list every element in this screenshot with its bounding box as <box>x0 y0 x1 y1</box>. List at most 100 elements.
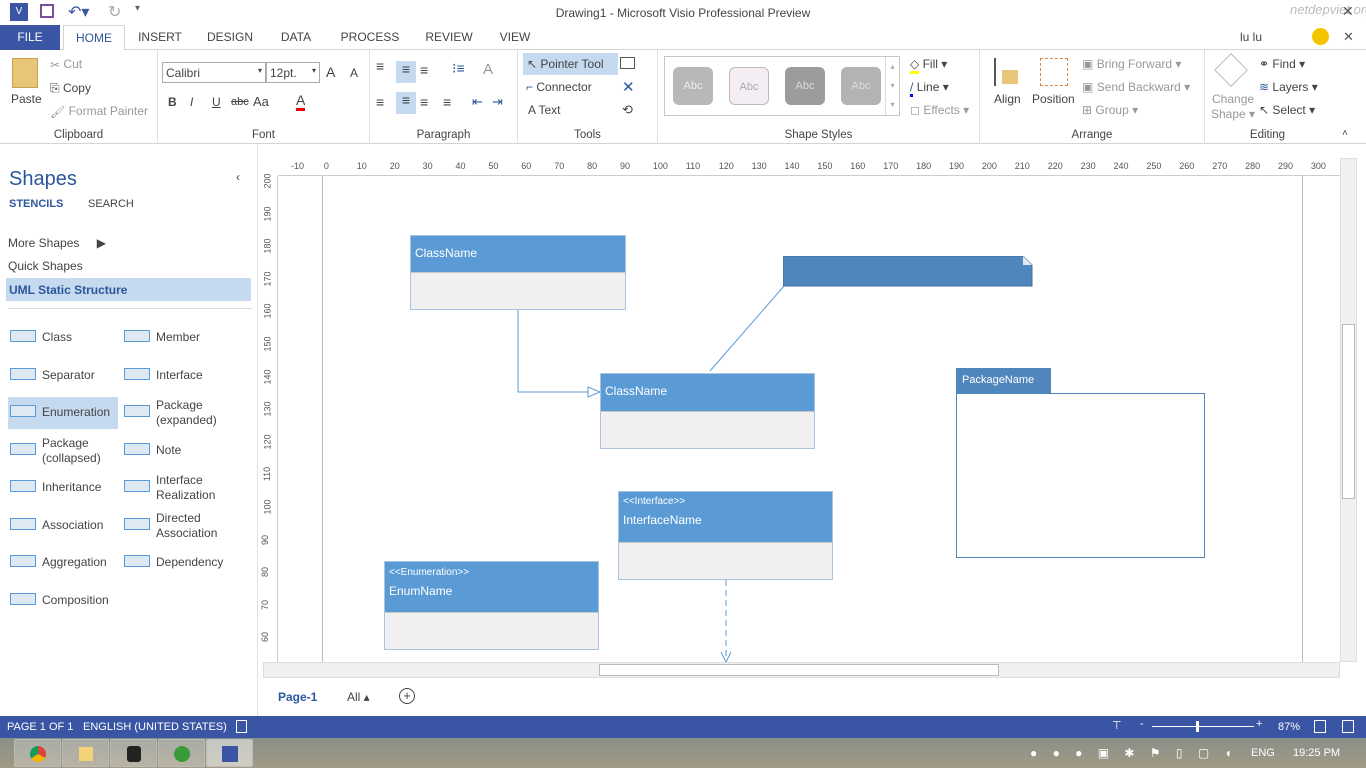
align-right-icon[interactable]: ≡ <box>420 94 428 110</box>
user-name[interactable]: lu lu <box>1240 30 1262 44</box>
gallery-scroll[interactable]: ▴ ▾ ▾ <box>885 57 899 115</box>
file-explorer-icon[interactable] <box>62 739 109 767</box>
stencil-item[interactable]: Directed Association <box>122 510 250 542</box>
tab-search[interactable]: SEARCH <box>88 198 134 210</box>
stencil-item[interactable]: Interface Realization <box>122 472 250 504</box>
align-bottom-icon[interactable]: ≡ <box>420 62 428 78</box>
stencil-item[interactable]: Composition <box>8 585 118 617</box>
page-tab-1[interactable]: Page-1 <box>278 690 317 704</box>
stencil-item[interactable]: Enumeration <box>8 397 118 429</box>
all-pages-button[interactable]: All ▴ <box>347 690 370 704</box>
paste-icon[interactable] <box>12 58 38 88</box>
app-icon[interactable] <box>110 739 157 767</box>
rotate-icon[interactable]: ⟲ <box>622 102 633 118</box>
collapse-panel-icon[interactable]: ‹ <box>236 170 240 184</box>
grow-font-icon[interactable]: A <box>326 64 335 80</box>
page-indicator[interactable]: PAGE 1 OF 1 <box>7 721 73 733</box>
uml-static-structure[interactable]: UML Static Structure <box>6 278 251 301</box>
change-shape-button[interactable]: Change Shape ▾ <box>1211 92 1255 122</box>
clock[interactable]: 19:25 PM <box>1293 747 1340 759</box>
underline-button[interactable]: U <box>212 95 221 109</box>
group-button[interactable]: ⊞ Group ▾ <box>1082 103 1138 117</box>
find-button[interactable]: ⚭ Find ▾ <box>1259 57 1305 71</box>
add-page-icon[interactable]: + <box>399 688 415 704</box>
tab-file[interactable]: FILE <box>0 25 60 50</box>
zoom-slider-thumb[interactable] <box>1195 721 1199 732</box>
position-button[interactable]: Position <box>1032 92 1075 106</box>
fit-page-icon[interactable] <box>1314 720 1326 733</box>
rectangle-tool-icon[interactable] <box>620 57 635 69</box>
increase-indent-icon[interactable]: ⇥ <box>492 94 503 110</box>
tab-process[interactable]: PROCESS <box>335 25 405 50</box>
note-shape[interactable] <box>783 256 1033 288</box>
package-shape[interactable] <box>956 393 1205 558</box>
stencil-item[interactable]: Separator <box>8 360 118 392</box>
select-button[interactable]: ↖ Select ▾ <box>1259 103 1315 117</box>
font-color-icon[interactable]: A <box>296 93 306 111</box>
format-painter-button[interactable]: 🖌 Format Painter <box>50 104 148 119</box>
align-top-icon[interactable]: ≡ <box>376 58 384 74</box>
package-tab[interactable]: PackageName <box>956 368 1051 394</box>
class-shape[interactable]: ClassName <box>410 235 626 310</box>
stencil-item[interactable]: Aggregation <box>8 547 118 579</box>
effects-button[interactable]: ◻ Effects ▾ <box>910 103 969 117</box>
smiley-feedback-icon[interactable] <box>1312 28 1329 45</box>
decrease-indent-icon[interactable]: ⇤ <box>472 94 483 110</box>
language-indicator[interactable]: ENGLISH (UNITED STATES) <box>83 721 227 733</box>
zoom-out-button[interactable]: - <box>1140 718 1144 730</box>
system-tray-icons[interactable]: ● ● ● ▣ ✱ ⚑ ▯ ▢ ◖ <box>1030 746 1238 760</box>
stencil-item[interactable]: Inheritance <box>8 472 118 504</box>
text-direction-icon[interactable]: A <box>483 61 493 78</box>
send-backward-button[interactable]: ▣ Send Backward ▾ <box>1082 80 1190 94</box>
align-center-icon[interactable]: ≡ <box>396 92 416 114</box>
macro-icon[interactable] <box>236 720 247 733</box>
zoom-in-button[interactable]: + <box>1256 718 1262 730</box>
bold-button[interactable]: B <box>168 95 177 109</box>
close-doc-icon[interactable]: ✕ <box>1343 29 1354 45</box>
connector-button[interactable]: ⌐ Connector <box>526 80 592 94</box>
horizontal-scrollbar[interactable] <box>263 662 1340 678</box>
stencil-item[interactable]: Member <box>122 322 250 354</box>
language-tray[interactable]: ENG <box>1251 747 1275 759</box>
presentation-mode-icon[interactable]: ⊤ <box>1112 719 1122 732</box>
justify-icon[interactable]: ≡ <box>443 94 451 110</box>
zoom-slider[interactable] <box>1152 726 1254 727</box>
copy-button[interactable]: ⎘ Copy <box>50 81 91 96</box>
stencil-item[interactable]: Association <box>8 510 118 542</box>
fill-button[interactable]: ◇ Fill ▾ <box>910 57 947 74</box>
collapse-ribbon-icon[interactable]: ˄ <box>1342 128 1348 139</box>
change-case-button[interactable]: Aa <box>253 94 269 109</box>
stencil-item[interactable]: Interface <box>122 360 250 392</box>
quick-shapes[interactable]: Quick Shapes <box>8 259 83 273</box>
stencil-item[interactable]: Dependency <box>122 547 250 579</box>
close-window-icon[interactable]: ✕ <box>1342 3 1354 20</box>
line-button[interactable]: / Line ▾ <box>910 80 949 97</box>
tab-view[interactable]: VIEW <box>490 25 540 50</box>
font-size-select[interactable]: 12pt. ▾ <box>266 62 320 83</box>
scroll-thumb[interactable] <box>599 664 999 676</box>
tab-design[interactable]: DESIGN <box>200 25 260 50</box>
interface-shape[interactable]: <<Interface>> InterfaceName <box>618 491 833 580</box>
align-button[interactable]: Align <box>994 92 1021 106</box>
strikethrough-button[interactable]: abc <box>231 96 249 108</box>
stencil-item[interactable]: Package (collapsed) <box>8 435 118 467</box>
download-manager-icon[interactable] <box>158 739 205 767</box>
tab-insert[interactable]: INSERT <box>130 25 190 50</box>
style-swatch[interactable]: Abc <box>673 67 713 105</box>
layers-button[interactable]: ≋ Layers ▾ <box>1259 80 1318 94</box>
zoom-level[interactable]: 87% <box>1278 721 1300 733</box>
stencil-item[interactable]: Note <box>122 435 250 467</box>
text-tool-button[interactable]: A Text <box>528 103 560 117</box>
font-name-select[interactable]: Calibri ▾ <box>162 62 266 83</box>
pointer-tool-button[interactable]: ↖ Pointer Tool <box>523 53 618 75</box>
scroll-thumb[interactable] <box>1342 324 1355 499</box>
connection-point-icon[interactable]: ✕ <box>622 78 635 96</box>
align-left-icon[interactable]: ≡ <box>376 94 384 110</box>
tab-stencils[interactable]: STENCILS <box>9 198 63 210</box>
enumeration-shape[interactable]: <<Enumeration>> EnumName <box>384 561 599 650</box>
align-middle-icon[interactable]: ≡ <box>396 61 416 83</box>
italic-button[interactable]: I <box>190 95 193 109</box>
drawing-canvas[interactable]: ClassName ClassName <<Interface>> Interfa… <box>278 176 1340 662</box>
stencil-item[interactable]: Class <box>8 322 118 354</box>
inheritance-connector[interactable] <box>517 310 598 393</box>
